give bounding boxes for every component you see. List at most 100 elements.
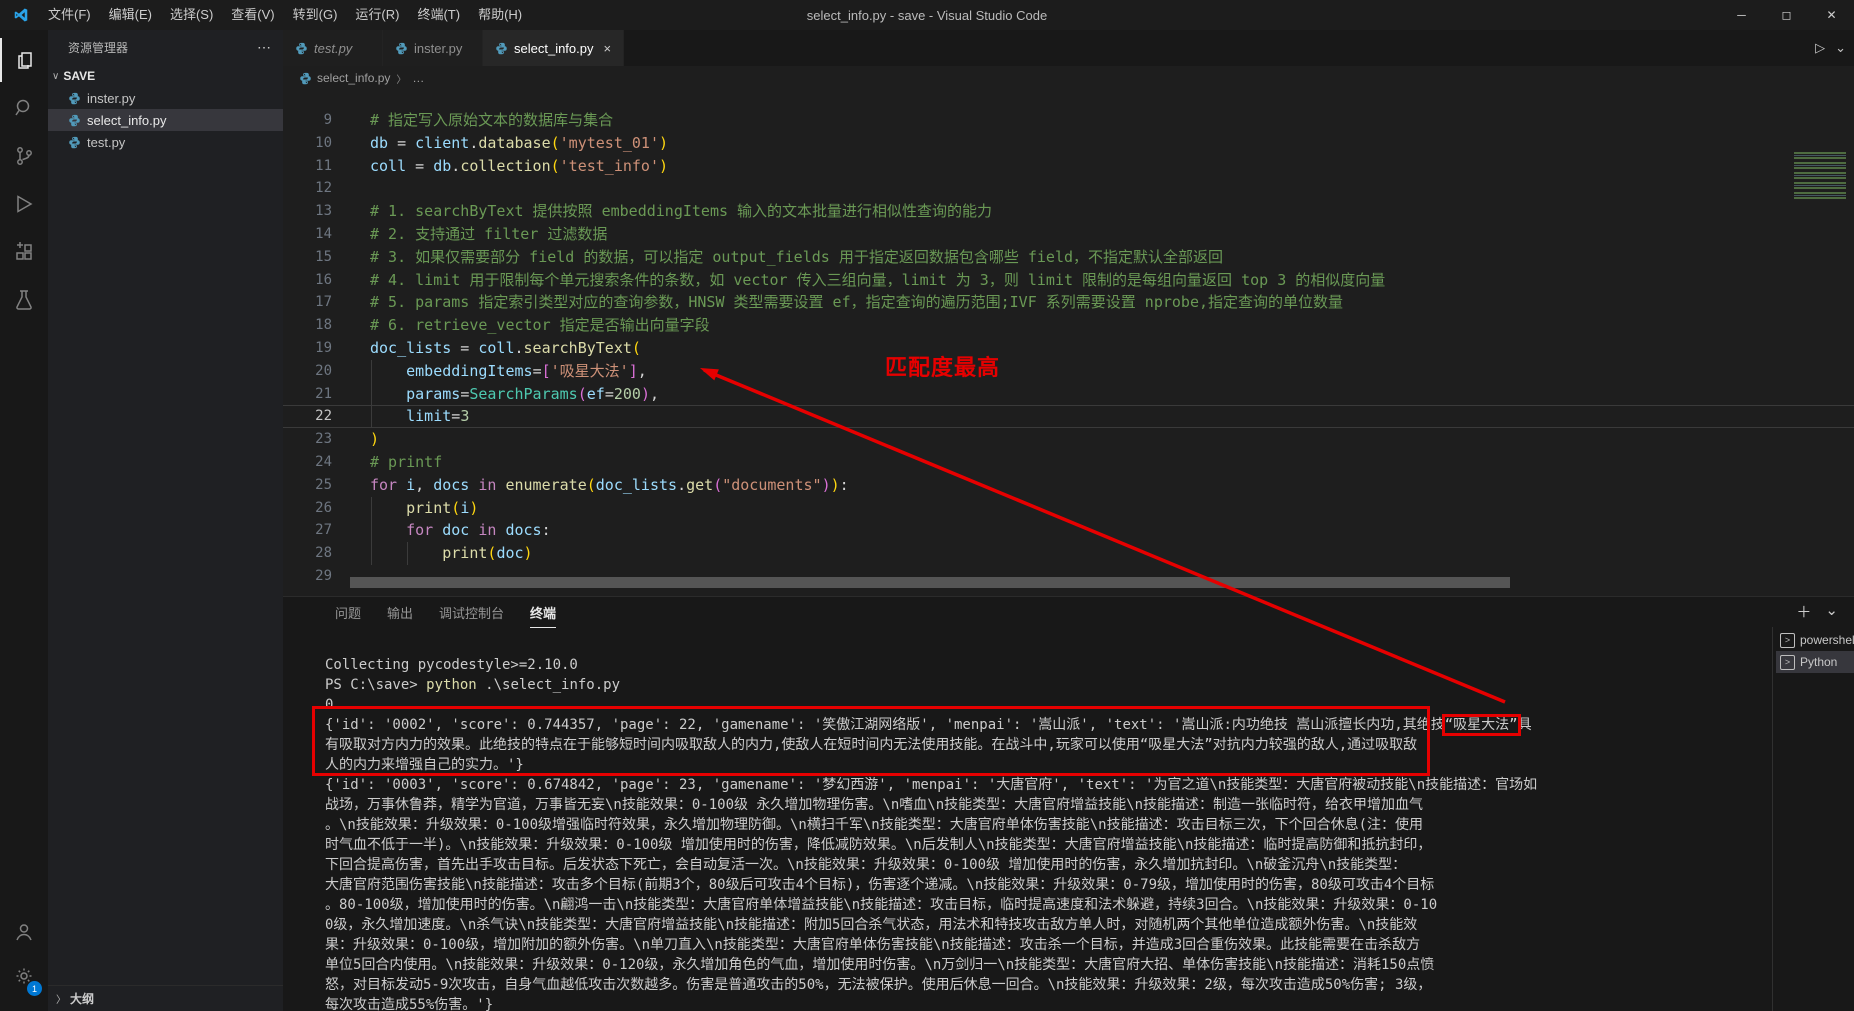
close-icon[interactable]: ✕ [1809,0,1854,30]
line-number: 20 [315,362,332,379]
line-number: 28 [315,545,332,562]
menu-item[interactable]: 帮助(H) [469,7,531,22]
editor-tab-test-py[interactable]: test.py [283,30,383,66]
token: . [677,475,687,494]
testing-icon[interactable] [0,278,48,322]
token: get [686,475,714,494]
code-line: 20 embeddingItems=['吸星大法'], [283,360,1854,383]
indent-guide [371,497,372,565]
tab-label: test.py [314,40,353,56]
code-line: 18 # 6. retrieve_vector 指定是否输出向量字段 [283,314,1854,337]
panel-tab-输出[interactable]: 输出 [387,603,413,628]
terminal-prompt-icon: > [1780,654,1795,670]
panel-tab-终端[interactable]: 终端 [530,603,557,628]
more-actions-icon[interactable]: ⋯ [257,39,271,56]
accounts-icon[interactable] [0,910,48,954]
tab-close-icon[interactable]: × [604,41,612,56]
explorer-icon[interactable] [0,38,50,82]
token: 3 [460,407,470,426]
file-item-test-py[interactable]: test.py [48,131,283,153]
token: ef [586,384,605,403]
editor-region: test.py inster.py select_info.py × ▷ ⌄ sele… [283,30,1854,596]
terminal-instance-powershell[interactable]: > powershell [1776,629,1854,651]
token: 具 [1517,717,1532,733]
code-editor[interactable]: 9 # 指定写入原始文本的数据库与集合 10 db = client.database… [283,90,1854,596]
indent-guide [371,360,372,428]
token: database [478,133,551,152]
token: enumerate [505,475,587,494]
terminal-instance-Python[interactable]: > Python [1776,651,1854,673]
token: 大唐官府范围伤害技能\n技能描述：攻击多个目标(前期3个，80级后可攻击4个目标… [325,877,1435,893]
token: ( [713,475,723,494]
editor-tab-select_info-py[interactable]: select_info.py × [483,30,625,66]
chevron-right-icon: 〉 [56,995,66,1006]
token: 果：升级效果：0-100级，增加附加的额外伤害。\n单刀直入\n技能类型：大唐官… [325,937,1421,953]
token: client [415,133,470,152]
run-python-file-icon[interactable]: ▷ [1815,40,1825,56]
terminal-line: 战场，万事休鲁莽，精学为官道，万事皆无妄\n技能效果：0-100级 永久增加物理… [325,795,1765,815]
menu-item[interactable]: 查看(V) [222,7,283,22]
token: 200 [613,384,641,403]
editor-tab-inster-py[interactable]: inster.py [383,30,483,66]
token: # 4. limit 用于限制每个单元搜索条件的条数，如 vector 传入三组… [370,270,1386,289]
file-item-inster-py[interactable]: inster.py [48,87,283,109]
code-line: 22 limit=3 [283,405,1854,428]
token: : [541,521,551,540]
token: ) [523,544,533,563]
token: for [406,521,434,540]
breadcrumb[interactable]: select_info.py 〉 … [283,66,1854,90]
minimap[interactable] [1794,152,1846,200]
menu-item[interactable]: 转到(G) [284,7,347,22]
tab-label: inster.py [414,40,463,56]
token: collection [460,156,551,175]
terminal-dropdown-chevron-icon[interactable]: ⌄ [1825,601,1838,622]
code-line: 17 # 5. params 指定索引类型对应的查询参数，HNSW 类型需要设置 … [283,291,1854,314]
outline-section[interactable]: 〉 大纲 [48,985,283,1011]
token: limit [406,407,452,426]
new-terminal-icon[interactable]: ＋ [1796,601,1811,622]
panel-tab-调试控制台[interactable]: 调试控制台 [439,603,504,628]
settings-gear-icon[interactable]: 1 [0,954,48,998]
terminal-output[interactable]: Collecting pycodestyle>=2.10.0 PS C:\save… [325,655,1765,1011]
token: ) [469,498,479,517]
token: = [451,407,461,426]
extensions-icon[interactable] [0,230,48,274]
token: 0级，永久增加速度。\n杀气诀\n技能类型：大唐官府增益技能\n技能描述：附加5… [325,917,1418,933]
folder-section-save[interactable]: ∨ SAVE [48,65,283,87]
run-debug-icon[interactable] [0,182,48,226]
menu-item[interactable]: 终端(T) [408,7,469,22]
file-item-select_info-py[interactable]: select_info.py [48,109,283,131]
token: ( [586,475,596,494]
token: print [442,544,488,563]
menu-item[interactable]: 文件(F) [39,7,100,22]
folder-name: SAVE [63,69,96,83]
token: print [406,498,452,517]
code-text: # 4. limit 用于限制每个单元搜索条件的条数，如 vector 传入三组… [355,269,1385,292]
menu-item[interactable]: 选择(S) [161,7,222,22]
token: , [637,361,647,380]
maximize-icon[interactable]: ◻ [1764,0,1809,30]
token: python [426,677,477,693]
python-icon [69,92,80,104]
line-number: 23 [315,431,332,448]
run-dropdown-chevron-icon[interactable]: ⌄ [1835,40,1846,56]
editor-horizontal-scrollbar[interactable] [350,577,1510,588]
code-text: print(doc) [355,542,533,565]
code-line: 12 [283,177,1854,200]
panel-tab-问题[interactable]: 问题 [335,603,361,628]
search-icon[interactable] [0,86,48,130]
terminal-line: 果：升级效果：0-100级，增加附加的额外伤害。\n单刀直入\n技能类型：大唐官… [325,935,1765,955]
bottom-panel: 问题 输出 调试控制台 终端 ＋ ⌄ Collecting pycodestyle>=… [283,596,1854,1011]
token: ) [640,384,650,403]
minimize-icon[interactable]: ─ [1719,0,1764,30]
line-number: 13 [315,203,332,220]
source-control-icon[interactable] [0,134,48,178]
menu-item[interactable]: 运行(R) [346,7,408,22]
line-number: 10 [315,134,332,151]
code-line: 10 db = client.database('mytest_01') [283,132,1854,155]
python-icon [69,136,80,148]
token: ( [577,384,587,403]
line-number: 19 [315,339,332,356]
menu-item[interactable]: 编辑(E) [100,7,161,22]
